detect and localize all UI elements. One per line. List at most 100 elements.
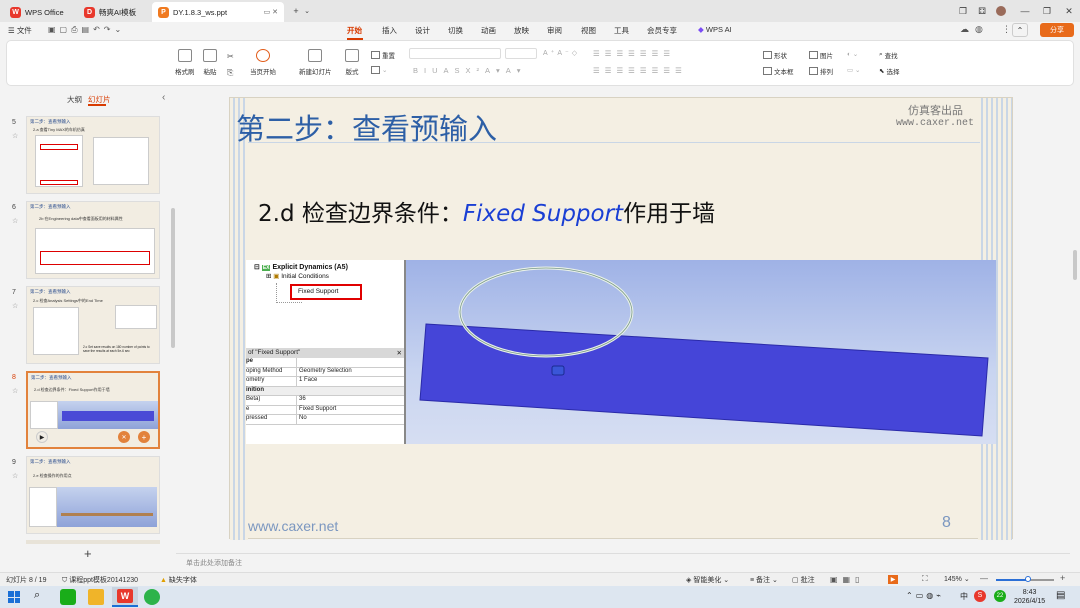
tab-home[interactable]: 开始 (347, 25, 362, 36)
shape-button[interactable]: 形状 (763, 50, 787, 60)
comments-button[interactable]: ▢ 批注 (792, 575, 815, 585)
thumb-image (35, 228, 155, 274)
close-icon[interactable]: ✕ (1062, 4, 1076, 18)
font-name-select[interactable] (409, 48, 501, 59)
layout-button[interactable]: 版式 (345, 49, 359, 76)
tab-design[interactable]: 设计 (415, 25, 430, 36)
play-icon (256, 49, 270, 62)
minimize-icon[interactable]: — (1018, 4, 1032, 18)
tab-close-icon[interactable]: ▭ ✕ (264, 8, 278, 16)
arrange-button[interactable]: 排列 (809, 66, 833, 76)
collapse-ribbon-icon[interactable]: ⌃ (1012, 23, 1028, 37)
ime-indicator[interactable]: 中 (960, 591, 968, 602)
share-button[interactable]: 分享 (1040, 23, 1074, 37)
add-slide-icon[interactable]: + (138, 431, 150, 443)
windows-start-icon[interactable] (8, 591, 20, 603)
slide-thumb-7[interactable]: 第二步：查看预输入 2.c 检查Analysis Settings中的End T… (26, 286, 160, 364)
font-size-select[interactable] (505, 48, 537, 59)
paste-button[interactable]: 粘贴 (203, 49, 217, 76)
slide-scrollbar[interactable] (1073, 250, 1077, 280)
play-current-button[interactable]: 当页开始 (250, 49, 276, 76)
outline-tab[interactable]: 大纲 (67, 94, 82, 105)
tab-transition[interactable]: 切换 (448, 25, 463, 36)
tab-slideshow[interactable]: 放映 (514, 25, 529, 36)
thumb-scrollbar[interactable] (171, 208, 175, 348)
delete-icon[interactable]: ✕ (118, 431, 130, 443)
tab-tools[interactable]: 工具 (614, 25, 629, 36)
maximize-icon[interactable]: ❐ (1040, 4, 1054, 18)
current-slide[interactable]: 第二步：查看预输入 仿真客出品 www.caxer.net 2.d 检查边界条件… (229, 97, 1013, 540)
slide-thumb-5[interactable]: 第二步：查看预输入 2.a 查看Tiny MAX的车机仿真 (26, 116, 160, 194)
list-icons[interactable]: ☰☰☰☰☰☰☰ (593, 49, 675, 58)
reset-button[interactable]: 重置 (371, 50, 395, 60)
template-name[interactable]: ⛉ 课程ppt模板20141230 (62, 575, 138, 585)
grid-icon[interactable]: ⚃ (975, 4, 989, 18)
slide-thumb-8[interactable]: 第二步：查看预输入 2.d 检查边界条件：Fixed Support作用于墙 ▶… (26, 371, 160, 449)
star-icon[interactable]: ☆ (12, 132, 18, 140)
text-format-icons[interactable]: BIUASX²A▾A▾ (413, 66, 527, 75)
avatar[interactable] (994, 4, 1008, 18)
format-painter-button[interactable]: 格式刷 (175, 49, 195, 76)
fit-window-icon[interactable]: ⛶ (922, 574, 928, 584)
find-button[interactable]: ⌕ 查找 (879, 50, 898, 60)
browser-icon[interactable] (144, 589, 160, 605)
missing-font-button[interactable]: ▲ 缺失字体 (160, 575, 197, 585)
cloud-icons[interactable]: ☁◍ (960, 24, 989, 35)
zoom-slider-thumb[interactable] (1025, 576, 1031, 582)
beautify-button[interactable]: ◈ 智能美化 ⌄ (686, 575, 729, 585)
thumb-image (58, 401, 158, 429)
tray-badge[interactable]: 22 (994, 590, 1006, 602)
file-menu[interactable]: ☰ 文件 (8, 25, 32, 36)
wechat-icon[interactable] (60, 589, 76, 605)
tab-wps-office[interactable]: W WPS Office (4, 2, 72, 22)
star-icon[interactable]: ☆ (12, 472, 18, 480)
tab-review[interactable]: 审阅 (547, 25, 562, 36)
shape-outline-icon[interactable]: ▭ ⌄ (847, 66, 860, 74)
star-icon[interactable]: ☆ (12, 387, 18, 395)
tab-member[interactable]: 会员专享 (647, 25, 677, 36)
tray-icons[interactable]: ⌃▭◍⌁ (906, 591, 944, 600)
notes-pane[interactable]: 单击此处添加备注 (176, 553, 1070, 571)
tab-view[interactable]: 视图 (581, 25, 596, 36)
star-icon[interactable]: ☆ (12, 217, 18, 225)
textbox-button[interactable]: 文本框 (763, 66, 794, 76)
slide-thumb-9[interactable]: 第二步：查看预输入 2.e 检查操作的作用点 (26, 456, 160, 534)
zoom-level[interactable]: 145% ⌄ (944, 575, 970, 583)
notes-button[interactable]: ≡ 备注 ⌄ (750, 575, 778, 585)
quick-access-icons[interactable]: ▣▢⎙▤↶↷⌄ (48, 25, 125, 35)
wps-taskbar-button[interactable]: W (112, 587, 138, 607)
tab-animation[interactable]: 动画 (481, 25, 496, 36)
collapse-panel-icon[interactable]: ‹ (162, 92, 165, 103)
select-button[interactable]: ⬉ 选择 (879, 66, 899, 76)
font-grow-icons[interactable]: A⁺A⁻◇ (543, 49, 580, 57)
align-icons[interactable]: ☰☰☰☰☰☰☰☰ (593, 66, 687, 75)
watermark-brand: 仿真客出品 (908, 104, 963, 117)
tab-insert[interactable]: 插入 (382, 25, 397, 36)
tray-app-icon[interactable]: S (974, 590, 986, 602)
slideshow-play-icon[interactable]: ▶ (888, 575, 898, 584)
shape-fill-icon[interactable]: ◐ ⌄ (847, 50, 858, 58)
tab-ppt-document[interactable]: P DY.1.8.3_ws.ppt ▭ ✕ (152, 2, 284, 22)
subtitle-prefix: 2.d 检查边界条件： (258, 201, 463, 227)
more-icon[interactable]: ⋮ (1002, 24, 1011, 35)
section-button[interactable]: ⌄ (371, 66, 387, 74)
tab-wps-ai[interactable]: ◆ WPS AI (698, 25, 732, 34)
restore-icon[interactable]: ❐ (956, 4, 970, 18)
picture-button[interactable]: 图片 (809, 50, 833, 60)
play-icon[interactable]: ▶ (36, 431, 48, 443)
file-explorer-icon[interactable] (88, 589, 104, 605)
view-mode-icons[interactable]: ▣▦▯ (830, 575, 865, 584)
tab-list-icon[interactable]: ⌄ (300, 4, 314, 18)
search-icon[interactable]: ⌕ (34, 589, 40, 602)
star-icon[interactable]: ☆ (12, 302, 18, 310)
notification-icon[interactable]: ▤ (1056, 590, 1065, 601)
thumb-title: 第二步：查看预输入 (30, 204, 71, 209)
slide-thumb-6[interactable]: 第二步：查看预输入 2b 在Engineering data中查看面板用的材料属… (26, 201, 160, 279)
tab-template[interactable]: D 畅爽AI模板 (78, 2, 148, 22)
cut-copy-icons[interactable]: ✂ ⎘ (227, 49, 234, 81)
new-slide-button[interactable]: 新建幻灯片 (299, 49, 332, 76)
zoom-out-icon[interactable]: — (980, 574, 988, 583)
zoom-in-icon[interactable]: + (1060, 573, 1065, 583)
add-slide-button[interactable]: + (84, 546, 92, 561)
clock[interactable]: 8:43 2026/4/15 (1014, 588, 1045, 606)
